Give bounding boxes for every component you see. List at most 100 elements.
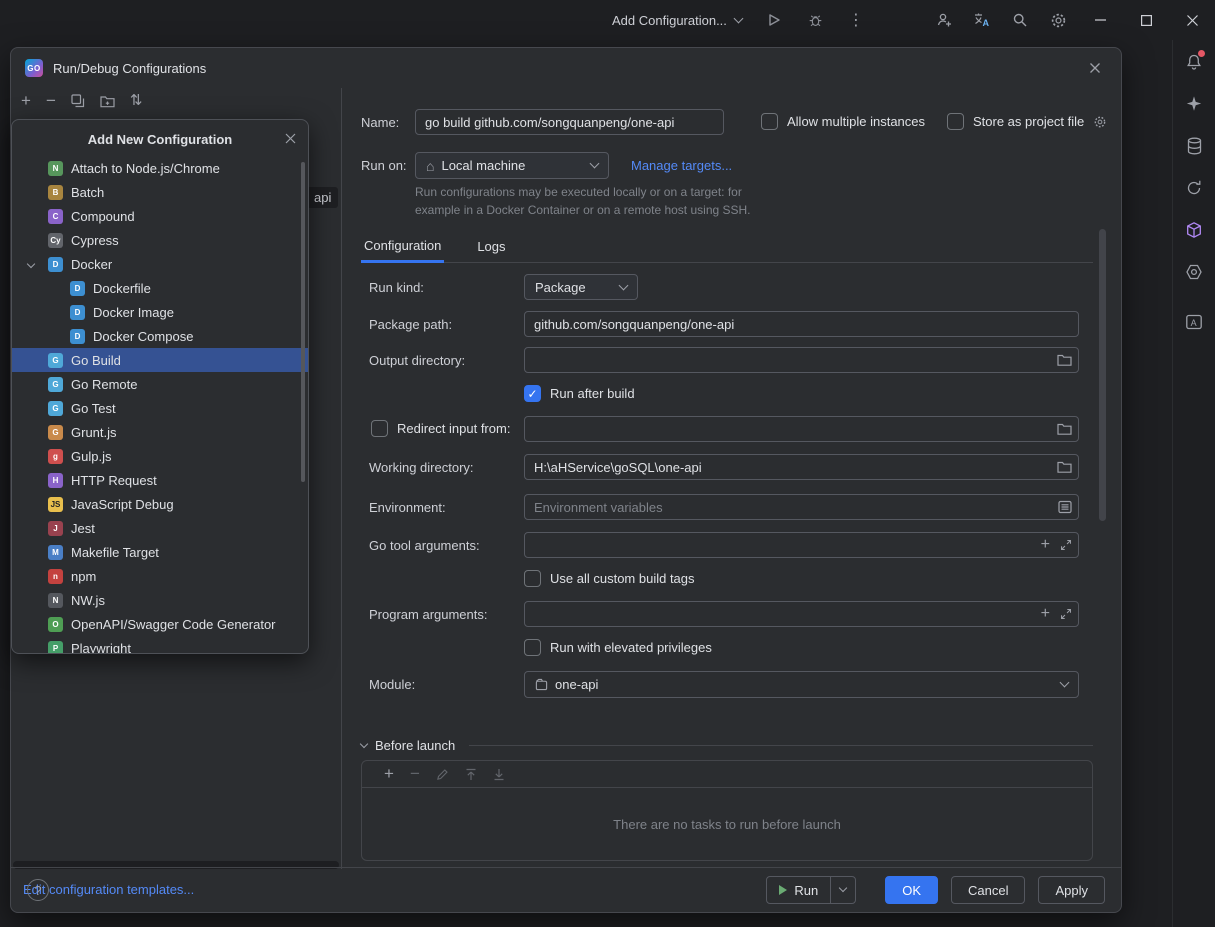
dependencies-icon[interactable] — [1182, 218, 1206, 242]
chevron-down-icon[interactable] — [27, 260, 35, 268]
folder-icon[interactable] — [1057, 354, 1072, 367]
run-icon[interactable] — [764, 0, 784, 40]
add-macro-icon[interactable]: + — [1041, 539, 1050, 551]
expand-field-icon[interactable] — [1060, 608, 1072, 620]
add-user-icon[interactable] — [925, 0, 963, 40]
config-type-item[interactable]: NNW.js — [12, 588, 308, 612]
nodejs-icon: N — [48, 161, 63, 176]
ok-button[interactable]: OK — [885, 876, 938, 904]
move-down-icon[interactable] — [493, 768, 505, 781]
new-folder-icon[interactable] — [100, 95, 115, 108]
config-type-item[interactable]: nnpm — [12, 564, 308, 588]
program-arguments-input[interactable] — [524, 601, 1079, 627]
config-type-item[interactable]: DDocker Image — [12, 300, 308, 324]
store-as-project-file-checkbox[interactable] — [947, 113, 964, 130]
config-type-item[interactable]: HHTTP Request — [12, 468, 308, 492]
cancel-button[interactable]: Cancel — [951, 876, 1025, 904]
manage-targets-link[interactable]: Manage targets... — [631, 158, 732, 173]
maximize-icon[interactable] — [1123, 0, 1169, 40]
elevated-privileges-checkbox[interactable] — [524, 639, 541, 656]
config-type-item[interactable]: N Attach to Node.js/Chrome — [12, 156, 308, 180]
popup-close-icon[interactable] — [282, 130, 298, 146]
chevron-down-icon[interactable] — [360, 739, 368, 747]
name-label: Name: — [361, 109, 399, 135]
remove-task-icon[interactable]: − — [410, 764, 420, 784]
config-type-item[interactable]: PPlaywright — [12, 636, 308, 654]
structure-icon[interactable]: A — [1182, 310, 1206, 334]
config-type-item[interactable]: BBatch — [12, 180, 308, 204]
config-type-item[interactable]: GGo Test — [12, 396, 308, 420]
config-type-item[interactable]: GGo Build — [12, 348, 308, 372]
config-type-label: Attach to Node.js/Chrome — [71, 161, 220, 176]
database-icon[interactable] — [1182, 134, 1206, 158]
run-on-select[interactable]: ⌂ Local machine — [415, 152, 609, 179]
folder-icon[interactable] — [1057, 461, 1072, 474]
minimize-icon[interactable] — [1077, 0, 1123, 40]
add-task-icon[interactable]: + — [384, 764, 394, 784]
gulp-icon: g — [48, 449, 63, 464]
name-input[interactable] — [415, 109, 724, 135]
apply-button[interactable]: Apply — [1038, 876, 1105, 904]
services-icon[interactable] — [1182, 260, 1206, 284]
dialog-close-icon[interactable] — [1083, 56, 1107, 80]
package-path-input[interactable] — [524, 311, 1079, 337]
redirect-input-input[interactable] — [524, 416, 1079, 442]
move-up-icon[interactable] — [465, 768, 477, 781]
run-kind-label: Run kind: — [369, 274, 424, 300]
sync-icon[interactable] — [1182, 176, 1206, 200]
help-button[interactable]: ? — [27, 879, 49, 901]
run-split-button[interactable]: Run — [766, 876, 856, 904]
config-type-item[interactable]: gGulp.js — [12, 444, 308, 468]
more-icon[interactable]: ⋮ — [848, 0, 864, 40]
config-type-item[interactable]: DDocker Compose — [12, 324, 308, 348]
popup-scrollbar[interactable] — [301, 162, 305, 482]
tab-logs[interactable]: Logs — [474, 230, 508, 263]
remove-icon[interactable]: − — [46, 94, 56, 108]
translate-icon[interactable]: A — [963, 0, 1001, 40]
config-type-item[interactable]: OOpenAPI/Swagger Code Generator — [12, 612, 308, 636]
form-scrollbar[interactable] — [1099, 229, 1106, 521]
copy-icon[interactable] — [71, 94, 85, 108]
notifications-icon[interactable] — [1182, 50, 1206, 74]
config-type-item[interactable]: MMakefile Target — [12, 540, 308, 564]
config-type-item[interactable]: CCompound — [12, 204, 308, 228]
add-macro-icon[interactable]: + — [1041, 608, 1050, 620]
config-type-item[interactable]: JSJavaScript Debug — [12, 492, 308, 516]
environment-input[interactable] — [524, 494, 1079, 520]
ai-assistant-icon[interactable] — [1182, 92, 1206, 116]
sort-icon[interactable]: ⇅ — [130, 94, 143, 108]
redirect-input-checkbox[interactable] — [371, 420, 388, 437]
config-type-item[interactable]: DDocker — [12, 252, 308, 276]
module-select[interactable]: one-api — [524, 671, 1079, 698]
run-kind-select[interactable]: Package — [524, 274, 638, 300]
go-tool-arguments-input[interactable] — [524, 532, 1079, 558]
popup-header: Add New Configuration — [12, 120, 308, 150]
run-config-selector[interactable]: Add Configuration... — [612, 13, 742, 28]
store-settings-icon[interactable] — [1093, 115, 1107, 129]
add-icon[interactable]: + — [21, 94, 31, 108]
config-type-item[interactable]: JJest — [12, 516, 308, 540]
settings-icon[interactable] — [1039, 0, 1077, 40]
config-type-item[interactable]: DDockerfile — [12, 276, 308, 300]
search-icon[interactable] — [1001, 0, 1039, 40]
run-after-build-checkbox[interactable] — [524, 385, 541, 402]
debug-icon[interactable] — [806, 0, 826, 40]
expand-field-icon[interactable] — [1060, 539, 1072, 551]
run-options-chevron[interactable] — [831, 877, 855, 903]
custom-build-tags-checkbox[interactable] — [524, 570, 541, 587]
edit-task-icon[interactable] — [436, 768, 449, 781]
config-type-item[interactable]: GGo Remote — [12, 372, 308, 396]
config-type-item[interactable]: GGrunt.js — [12, 420, 308, 444]
close-icon[interactable] — [1169, 0, 1215, 40]
env-variables-list-icon[interactable] — [1058, 500, 1072, 514]
folder-icon[interactable] — [1057, 423, 1072, 436]
allow-multiple-instances-checkbox[interactable] — [761, 113, 778, 130]
tab-configuration[interactable]: Configuration — [361, 230, 444, 263]
config-type-label: Docker Image — [93, 305, 174, 320]
working-directory-input[interactable] — [524, 454, 1079, 480]
config-type-item[interactable]: CyCypress — [12, 228, 308, 252]
allow-multiple-instances-option: Allow multiple instances — [761, 113, 925, 130]
output-directory-input[interactable] — [524, 347, 1079, 373]
before-launch-divider — [469, 745, 1093, 746]
config-type-label: OpenAPI/Swagger Code Generator — [71, 617, 276, 632]
